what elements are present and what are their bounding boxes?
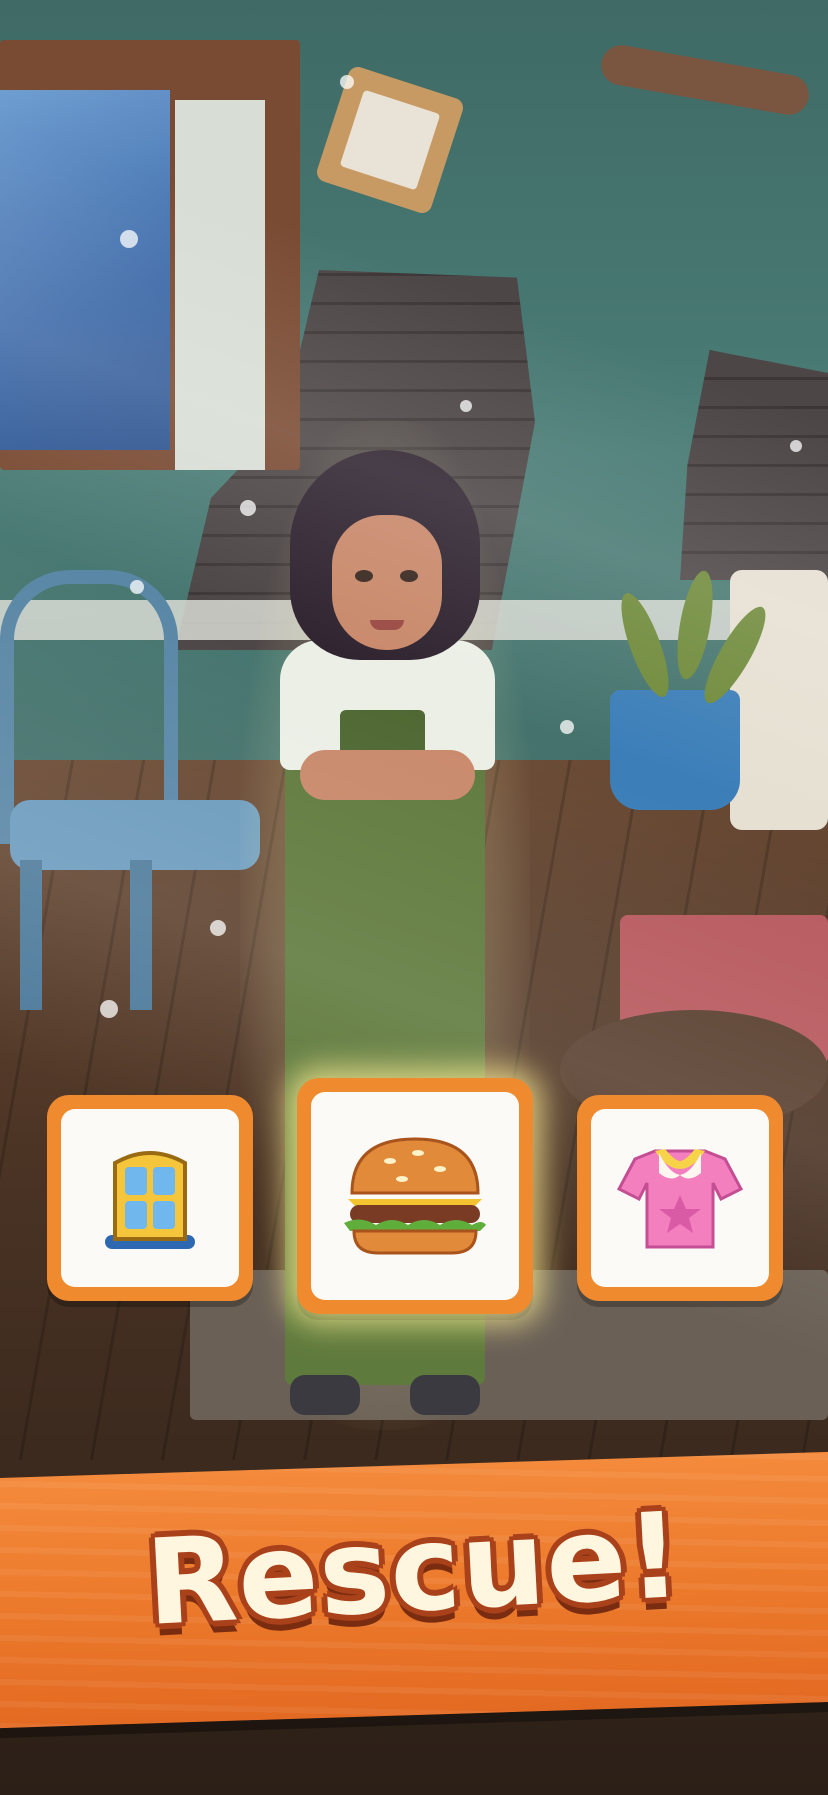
snowflake	[790, 440, 802, 452]
snowflake	[340, 75, 354, 89]
snowflake	[560, 720, 574, 734]
snowflake	[100, 1000, 118, 1018]
choice-card-burger[interactable]	[297, 1078, 533, 1314]
snowflake	[460, 400, 472, 412]
window-icon	[105, 1151, 195, 1249]
snowflake	[120, 230, 138, 248]
snowflake	[240, 500, 256, 516]
snowflake	[130, 580, 144, 594]
choice-card-window[interactable]	[47, 1095, 253, 1301]
pink-shirt-icon	[616, 1149, 744, 1249]
snowflake	[210, 920, 226, 936]
burger-icon	[344, 1137, 486, 1255]
choice-card-shirt[interactable]	[577, 1095, 783, 1301]
